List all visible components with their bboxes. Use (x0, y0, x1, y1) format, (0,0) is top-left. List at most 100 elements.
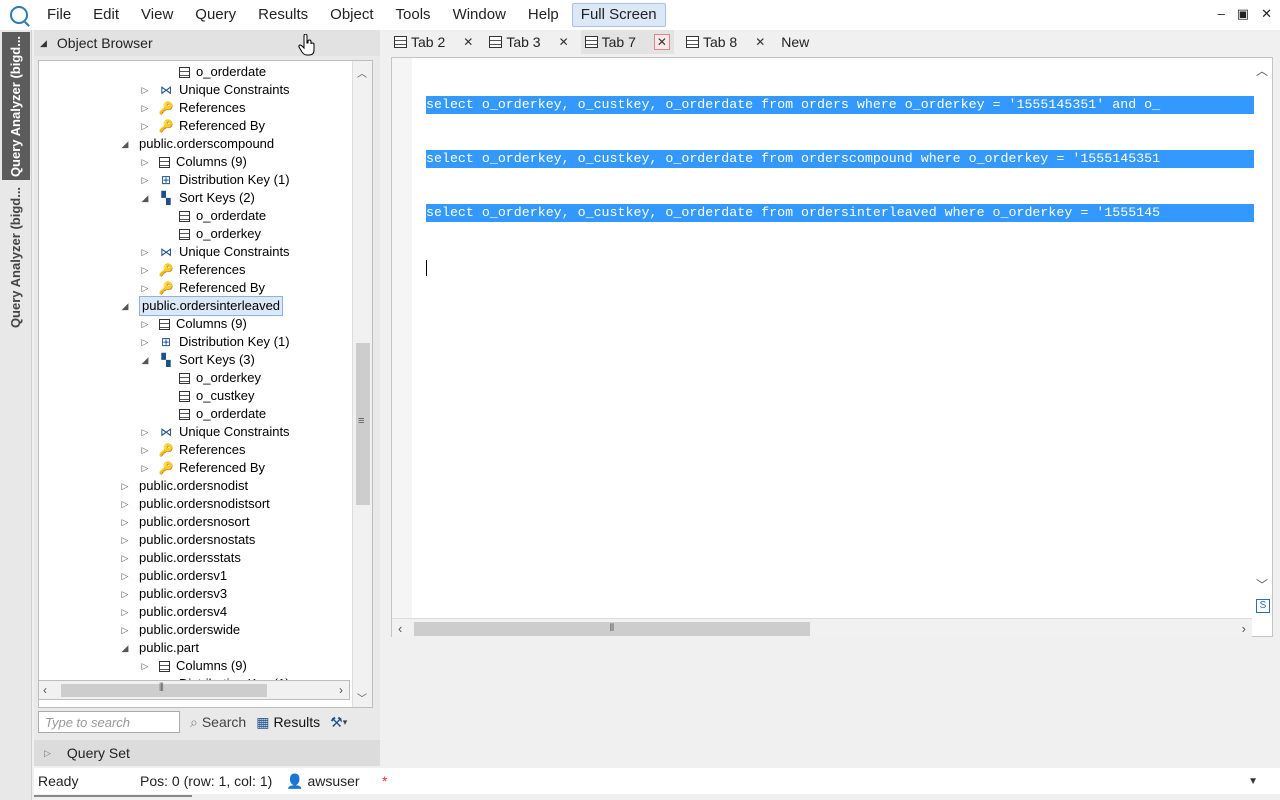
tree-node-label[interactable]: Referenced By (179, 117, 265, 135)
expand-icon[interactable]: ▷ (119, 621, 131, 639)
tree-node-label[interactable]: o_orderdate (196, 405, 266, 423)
menu-edit[interactable]: Edit (82, 0, 130, 30)
expand-icon[interactable]: ▷ (139, 279, 151, 297)
tree-node[interactable]: ▷ public.ordersnostats (119, 531, 256, 549)
tree-node[interactable]: o_custkey (159, 387, 255, 405)
expand-icon[interactable]: ▷ (119, 567, 131, 585)
side-tab-query-analyzer-2[interactable]: Query Analyzer (bigd... (2, 182, 30, 332)
tree-node-label[interactable]: Columns (9) (176, 153, 247, 171)
close-tab-icon[interactable]: ✕ (755, 35, 765, 49)
tree-node[interactable]: ▷ public.orderswide (119, 621, 241, 639)
tree-node-label[interactable]: Referenced By (179, 279, 265, 297)
tree-node-label[interactable]: public.ordersnodistsort (139, 495, 270, 513)
expand-icon[interactable]: ▷ (139, 153, 151, 171)
tree-node-label[interactable]: References (179, 261, 245, 279)
tree-node-label[interactable]: Referenced By (179, 459, 265, 477)
scroll-right-icon[interactable]: › (1242, 621, 1246, 636)
tree-node-label[interactable]: public.part (139, 639, 199, 657)
tree-node[interactable]: ▷ public.ordersnosort (119, 513, 250, 531)
tree-node[interactable]: ◢ public.ordersinterleaved (119, 296, 284, 316)
tree-node-label[interactable]: public.ordersnodist (139, 477, 248, 495)
tree-node-label[interactable]: o_orderkey (196, 369, 261, 387)
tree-node[interactable]: ▷ public.ordersnodistsort (119, 495, 270, 513)
tree-node[interactable]: ◢ ▚ Sort Keys (3) (139, 351, 255, 369)
sql-line[interactable]: select o_orderkey, o_custkey, o_orderdat… (426, 96, 1254, 114)
tree-node[interactable]: ▷ ⊞ Distribution Key (1) (139, 171, 290, 189)
tree-node[interactable]: ▷ public.ordersv1 (119, 567, 228, 585)
sql-text[interactable]: select o_orderkey, o_custkey, o_orderdat… (426, 60, 1254, 312)
collapse-icon[interactable]: ◢ (119, 297, 131, 315)
tree-horizontal-scrollbar[interactable]: ‹ ⦀ › (38, 680, 350, 700)
close-tab-icon[interactable]: ✕ (463, 35, 473, 49)
expand-icon[interactable]: ▷ (139, 333, 151, 351)
tree-node[interactable]: ▷ 🔑 References (139, 99, 246, 117)
expand-icon[interactable]: ▷ (119, 495, 131, 513)
tree-node[interactable]: ▷ 🔑 References (139, 441, 246, 459)
editor-horizontal-scrollbar[interactable]: ‹ ⦀ › (392, 618, 1252, 638)
menu-file[interactable]: File (36, 0, 82, 30)
full-screen-button[interactable]: Full Screen (571, 3, 666, 27)
tree-node[interactable]: ▷ Columns (9) (139, 315, 247, 333)
scroll-thumb[interactable]: ≡ (356, 343, 370, 505)
expand-icon[interactable]: ▷ (119, 513, 131, 531)
expand-icon[interactable]: ▷ (139, 171, 151, 189)
tree-node-label[interactable]: Columns (9) (176, 657, 247, 675)
menu-window[interactable]: Window (442, 0, 517, 30)
tree-node[interactable]: ▷ ⋈ Unique Constraints (139, 243, 290, 261)
expand-icon[interactable]: ▷ (119, 549, 131, 567)
scroll-left-icon[interactable]: ‹ (398, 621, 402, 636)
tree-node-label[interactable]: Sort Keys (2) (179, 189, 255, 207)
expand-icon[interactable]: ▷ (44, 748, 51, 759)
search-input[interactable] (38, 711, 180, 733)
tools-dropdown-button[interactable]: ⚒ ▾ (330, 714, 347, 731)
tree-node-label[interactable]: o_orderdate (196, 63, 266, 81)
close-tab-icon[interactable]: ✕ (559, 35, 569, 49)
search-button[interactable]: ⌕ Search (190, 714, 246, 731)
menu-query[interactable]: Query (184, 0, 247, 30)
collapse-icon[interactable]: ◢ (119, 639, 131, 657)
tree-node[interactable]: ▷ ⋈ Unique Constraints (139, 81, 290, 99)
tree-node[interactable]: ◢ public.orderscompound (119, 135, 275, 153)
close-icon[interactable]: ✕ (1261, 6, 1272, 22)
tab-8[interactable]: Tab 8 ✕ (682, 30, 769, 54)
restore-icon[interactable]: ▣ (1237, 6, 1249, 22)
expand-icon[interactable]: ▷ (139, 423, 151, 441)
tree-node-label[interactable]: Sort Keys (3) (179, 351, 255, 369)
tree-node[interactable]: ▷ public.ordersv4 (119, 603, 228, 621)
menu-object[interactable]: Object (319, 0, 384, 30)
chevron-down-icon[interactable]: ▼ (1248, 776, 1258, 787)
sql-editor[interactable]: select o_orderkey, o_custkey, o_orderdat… (391, 57, 1273, 638)
tree-node-label[interactable]: public.orderswide (139, 621, 240, 639)
menu-results[interactable]: Results (247, 0, 319, 30)
scroll-right-icon[interactable]: › (339, 683, 343, 697)
expand-icon[interactable]: ▷ (139, 459, 151, 477)
tree-node[interactable]: ◢ ▚ Sort Keys (2) (139, 189, 255, 207)
tree-node-label[interactable]: Unique Constraints (179, 423, 290, 441)
object-browser-header[interactable]: ◢ Object Browser (34, 30, 380, 56)
collapse-icon[interactable]: ◢ (119, 135, 131, 153)
tree-node[interactable]: ◢ public.part (119, 639, 199, 657)
tree-node-label[interactable]: public.ordersnostats (139, 531, 255, 549)
tree-node-label[interactable]: References (179, 441, 245, 459)
expand-icon[interactable]: ▷ (139, 117, 151, 135)
tree-node-label[interactable]: Distribution Key (1) (179, 333, 290, 351)
expand-icon[interactable]: ▷ (139, 99, 151, 117)
expand-icon[interactable]: ▷ (119, 585, 131, 603)
menu-view[interactable]: View (130, 0, 184, 30)
tree-node-label[interactable]: Distribution Key (1) (179, 171, 290, 189)
expand-icon[interactable]: ▷ (139, 261, 151, 279)
tree-node-label[interactable]: public.ordersnosort (139, 513, 250, 531)
expand-icon[interactable]: ▷ (119, 531, 131, 549)
scroll-down-icon[interactable]: ﹀ (357, 690, 367, 705)
tree-node-label[interactable]: public.ordersinterleaved (139, 296, 284, 316)
scroll-down-icon[interactable]: ﹀ (1256, 576, 1268, 593)
tree-node[interactable]: ▷ ⋈ Unique Constraints (139, 423, 290, 441)
tree-node-label[interactable]: Unique Constraints (179, 243, 290, 261)
tree-node-label[interactable]: public.orderscompound (139, 135, 274, 153)
expand-icon[interactable]: ▷ (139, 243, 151, 261)
expand-icon[interactable]: ▷ (119, 477, 131, 495)
tree-node-label[interactable]: public.ordersv3 (139, 585, 227, 603)
tree-node[interactable]: ▷ public.ordersv3 (119, 585, 228, 603)
sql-line[interactable]: select o_orderkey, o_custkey, o_orderdat… (426, 150, 1254, 168)
tree-node-label[interactable]: Unique Constraints (179, 81, 290, 99)
